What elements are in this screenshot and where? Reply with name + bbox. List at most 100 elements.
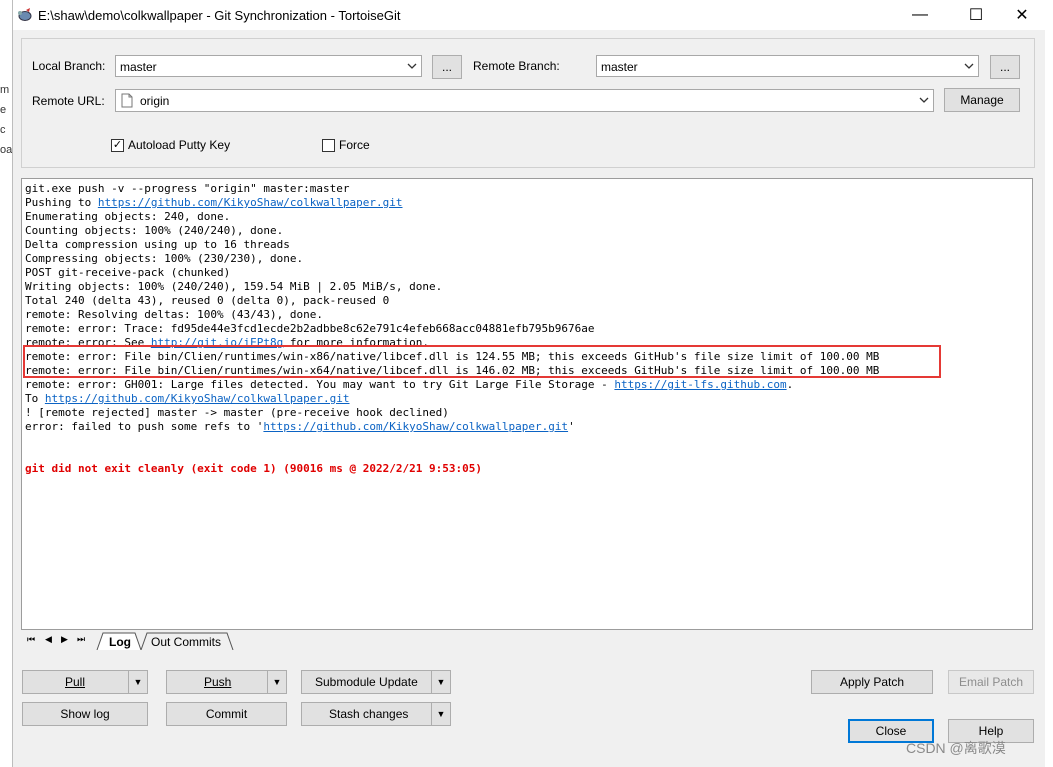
log-line-text: Total 240 (delta 43), reused 0 (delta 0)… — [25, 294, 390, 307]
log-line: Compressing objects: 100% (230/230), don… — [25, 252, 303, 266]
git-sync-window: E:\shaw\demo\colkwallpaper - Git Synchro… — [12, 0, 1045, 767]
chevron-down-icon — [406, 57, 418, 78]
autoload-putty-key-label: Autoload Putty Key — [128, 138, 231, 152]
log-link[interactable]: https://github.com/KikyoShaw/colkwallpap… — [98, 196, 403, 209]
manage-button[interactable]: Manage — [944, 88, 1020, 112]
log-link[interactable]: https://github.com/KikyoShaw/colkwallpap… — [45, 392, 350, 405]
force-checkbox[interactable]: Force — [322, 138, 370, 152]
window-title: E:\shaw\demo\colkwallpaper - Git Synchro… — [38, 8, 401, 23]
log-line-text: Compressing objects: 100% (230/230), don… — [25, 252, 304, 265]
log-line-text: remote: Resolving deltas: 100% (43/43), … — [25, 308, 324, 321]
log-line-text: POST git-receive-pack (chunked) — [25, 266, 231, 279]
local-branch-value: master — [120, 60, 157, 74]
log-line: To https://github.com/KikyoShaw/colkwall… — [25, 392, 350, 406]
log-line: remote: error: Trace: fd95de44e3fcd1ecde… — [25, 322, 595, 336]
log-line-text: Counting objects: 100% (240/240), done. — [25, 224, 284, 237]
maximize-button[interactable]: ☐ — [953, 0, 999, 30]
log-line-text: error: failed to push some refs to ' — [25, 420, 264, 433]
chevron-down-icon — [918, 91, 930, 112]
stash-changes-label: Stash changes — [329, 707, 409, 721]
log-line-text: To — [25, 392, 45, 405]
file-icon — [121, 93, 133, 111]
background-fragment: m — [0, 84, 10, 96]
pull-button[interactable]: Pull ▼ — [22, 670, 148, 694]
log-line-text: git.exe push -v --progress "origin" mast… — [25, 182, 350, 195]
log-line: remote: error: GH001: Large files detect… — [25, 378, 793, 392]
log-line: Total 240 (delta 43), reused 0 (delta 0)… — [25, 294, 389, 308]
minimize-icon: — — [912, 6, 928, 23]
minimize-button[interactable]: — — [897, 0, 943, 30]
log-line: Writing objects: 100% (240/240), 159.54 … — [25, 280, 442, 294]
log-line: Delta compression using up to 16 threads — [25, 238, 290, 252]
push-button[interactable]: Push ▼ — [166, 670, 287, 694]
log-line-text: Enumerating objects: 240, done. — [25, 210, 231, 223]
remote-branch-combo[interactable]: master — [596, 55, 979, 77]
stash-changes-dropdown-icon[interactable]: ▼ — [431, 703, 450, 725]
remote-branch-browse-button[interactable]: ... — [990, 55, 1020, 79]
error-highlight-box — [23, 345, 941, 378]
pull-dropdown-icon[interactable]: ▼ — [128, 671, 147, 693]
last-tab-icon[interactable]: ⏭ — [77, 634, 85, 645]
csdn-watermark: CSDN @离歌漠 — [906, 740, 1006, 756]
first-tab-icon[interactable]: ⏮ — [27, 634, 35, 645]
log-line: error: failed to push some refs to 'http… — [25, 420, 575, 434]
checkbox-checked-icon: ✓ — [111, 138, 124, 152]
checkbox-unchecked-icon — [322, 138, 335, 152]
remote-url-label: Remote URL: — [32, 94, 105, 108]
stash-changes-button[interactable]: Stash changes ▼ — [301, 702, 451, 726]
log-line-text: git did not exit cleanly (exit code 1) (… — [25, 462, 482, 475]
email-patch-button[interactable]: Email Patch — [948, 670, 1034, 694]
push-dropdown-icon[interactable]: ▼ — [267, 671, 286, 693]
log-line: ! [remote rejected] master -> master (pr… — [25, 406, 449, 420]
submodule-update-label: Submodule Update — [315, 675, 418, 689]
log-link[interactable]: https://github.com/KikyoShaw/colkwallpap… — [263, 420, 568, 433]
branch-settings-panel: Local Branch: master ... Remote Branch: … — [21, 38, 1035, 168]
local-branch-browse-button[interactable]: ... — [432, 55, 462, 79]
log-line: Enumerating objects: 240, done. — [25, 210, 230, 224]
log-line: remote: Resolving deltas: 100% (43/43), … — [25, 308, 323, 322]
local-branch-combo[interactable]: master — [115, 55, 422, 77]
show-log-button[interactable]: Show log — [22, 702, 148, 726]
log-output[interactable]: git.exe push -v --progress "origin" mast… — [21, 178, 1033, 630]
submodule-update-dropdown-icon[interactable]: ▼ — [431, 671, 450, 693]
log-line-text: remote: error: Trace: fd95de44e3fcd1ecde… — [25, 322, 595, 335]
log-line-text: remote: error: GH001: Large files detect… — [25, 378, 615, 391]
autoload-putty-key-checkbox[interactable]: ✓ Autoload Putty Key — [111, 138, 230, 152]
push-button-label: Push — [204, 675, 232, 689]
log-line: git did not exit cleanly (exit code 1) (… — [25, 462, 482, 476]
remote-branch-label: Remote Branch: — [473, 59, 560, 73]
log-line-text: ' — [568, 420, 575, 433]
apply-patch-button[interactable]: Apply Patch — [811, 670, 933, 694]
close-icon: ✕ — [1015, 7, 1029, 24]
log-line-text: . — [786, 378, 794, 391]
close-window-button[interactable]: ✕ — [999, 0, 1045, 30]
tab-log[interactable]: Log — [109, 635, 131, 652]
force-label: Force — [339, 138, 370, 152]
log-link[interactable]: https://git-lfs.github.com — [614, 378, 786, 391]
background-window-right — [1044, 0, 1053, 767]
log-line: Counting objects: 100% (240/240), done. — [25, 224, 283, 238]
submodule-update-button[interactable]: Submodule Update ▼ — [301, 670, 451, 694]
local-branch-label: Local Branch: — [32, 59, 106, 73]
maximize-icon: ☐ — [968, 7, 984, 24]
commit-button[interactable]: Commit — [166, 702, 287, 726]
log-line-text: ! [remote rejected] master -> master (pr… — [25, 406, 449, 419]
pull-button-label: Pull — [65, 675, 86, 689]
remote-url-value: origin — [140, 94, 170, 108]
log-line-text: Delta compression using up to 16 threads — [25, 238, 290, 251]
title-bar[interactable]: E:\shaw\demo\colkwallpaper - Git Synchro… — [13, 0, 1045, 30]
remote-url-combo[interactable]: origin — [115, 89, 934, 112]
chevron-down-icon — [963, 57, 975, 78]
background-fragment: e — [0, 104, 7, 116]
tab-out-commits[interactable]: Out Commits — [151, 635, 221, 652]
next-tab-icon[interactable]: ▶ — [61, 634, 68, 645]
log-line: Pushing to https://github.com/KikyoShaw/… — [25, 196, 403, 210]
log-line-text: Pushing to — [25, 196, 98, 209]
log-line: git.exe push -v --progress "origin" mast… — [25, 182, 350, 196]
background-fragment: oa — [0, 144, 13, 156]
tortoisegit-app-icon — [17, 7, 33, 26]
previous-tab-icon[interactable]: ◀ — [45, 634, 52, 645]
remote-branch-value: master — [601, 60, 638, 74]
background-fragment: c — [0, 124, 6, 136]
tab-strip: ⏮ ◀ ▶ ⏭ Log Out Commits — [21, 632, 421, 650]
